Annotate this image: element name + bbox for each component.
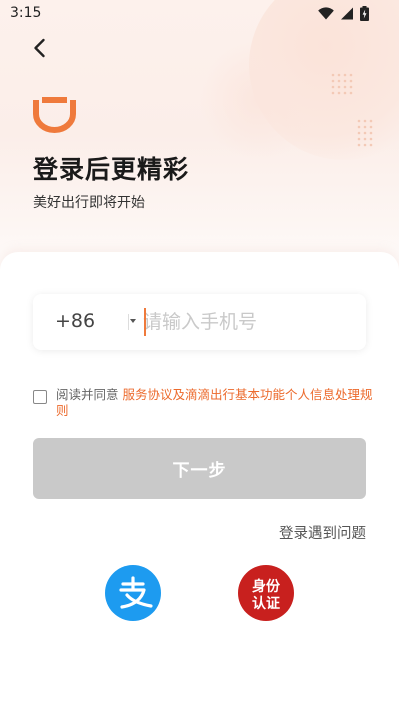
- phone-number-input[interactable]: [143, 306, 353, 338]
- alipay-icon[interactable]: [105, 565, 161, 621]
- phone-input-container: +86: [33, 294, 366, 350]
- agreement-prefix: 阅读并同意: [56, 387, 119, 402]
- signal-icon: [341, 7, 353, 20]
- status-bar: 3:15: [0, 0, 399, 28]
- id-auth-line2: 认证: [252, 595, 280, 612]
- wifi-icon: [318, 7, 334, 20]
- battery-icon: [360, 6, 369, 21]
- page-title: 登录后更精彩: [33, 155, 190, 184]
- country-code-selector[interactable]: +86: [55, 310, 95, 332]
- decorative-blob: [199, 40, 319, 160]
- didi-logo-icon: [33, 97, 76, 133]
- status-icons: [318, 6, 369, 21]
- status-time: 3:15: [10, 5, 42, 21]
- divider: [128, 314, 129, 330]
- id-auth-line1: 身份: [252, 578, 281, 595]
- agreement-checkbox[interactable]: [33, 390, 47, 404]
- id-auth-icon: 身份 认证: [238, 565, 294, 621]
- id-auth-button[interactable]: 身份 认证: [238, 565, 294, 625]
- login-help-link[interactable]: 登录遇到问题: [279, 522, 366, 543]
- caret-down-icon[interactable]: [130, 319, 136, 323]
- decorative-dots: [331, 73, 353, 95]
- back-arrow-icon[interactable]: [28, 36, 52, 60]
- decorative-dots: [357, 119, 373, 147]
- next-button[interactable]: 下一步: [33, 438, 366, 499]
- text-cursor: [144, 308, 146, 336]
- agreement-text: 阅读并同意 服务协议及滴滴出行基本功能个人信息处理规则: [56, 387, 376, 419]
- page-subtitle: 美好出行即将开始: [33, 195, 145, 211]
